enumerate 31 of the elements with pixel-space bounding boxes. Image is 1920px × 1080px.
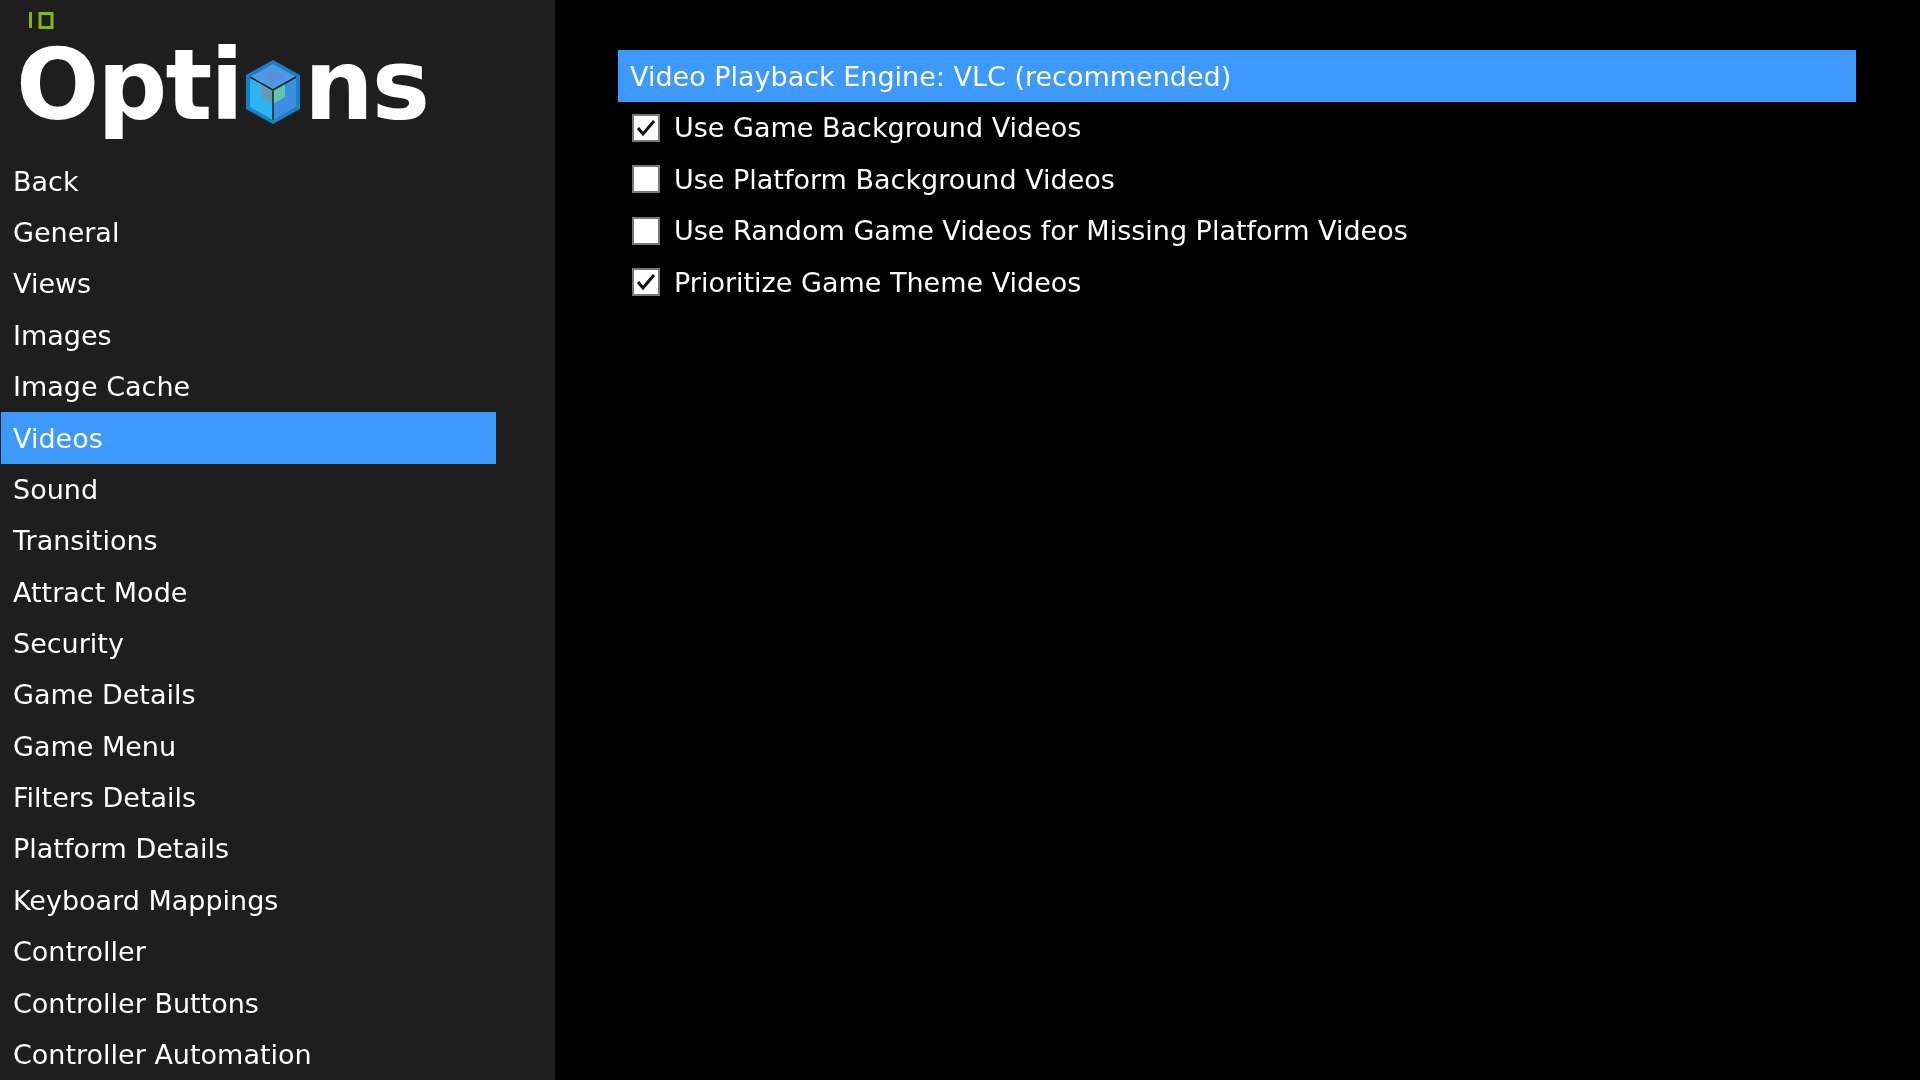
checkbox-label: Use Random Game Videos for Missing Platform Videos: [674, 215, 1408, 247]
page-title: ns: [303, 26, 428, 144]
checkbox-label: Use Game Background Videos: [674, 112, 1082, 144]
sidebar-item[interactable]: Transitions: [1, 515, 496, 567]
sidebar-item[interactable]: Images: [1, 309, 496, 362]
checkbox-label: Use Platform Background Videos: [674, 163, 1115, 195]
sidebar-item[interactable]: Controller Buttons: [1, 977, 496, 1029]
page-title: Opti: [16, 26, 242, 144]
sidebar-item[interactable]: Security: [1, 617, 496, 670]
sidebar-item[interactable]: Attract Mode: [1, 566, 496, 618]
sidebar-item[interactable]: Game Details: [1, 669, 496, 721]
checkmark-icon: [636, 118, 656, 137]
sidebar-item[interactable]: General: [1, 206, 496, 259]
sidebar-item[interactable]: Image Cache: [1, 361, 496, 413]
sidebar-item[interactable]: Sound: [1, 463, 496, 516]
checkbox[interactable]: [632, 216, 660, 245]
sidebar-item[interactable]: Controller Automation: [1, 1028, 496, 1080]
checkbox[interactable]: [632, 113, 660, 142]
sidebar-item[interactable]: Controller: [1, 926, 496, 978]
sidebar-item[interactable]: Back: [1, 155, 496, 207]
cube-icon: [243, 57, 302, 126]
sidebar-item[interactable]: Filters Details: [1, 771, 496, 824]
sidebar-item[interactable]: Platform Details: [1, 823, 496, 875]
sidebar-item[interactable]: Views: [1, 258, 496, 310]
sidebar-item[interactable]: Game Menu: [1, 720, 496, 772]
checkbox-label: Prioritize Game Theme Videos: [674, 266, 1082, 298]
checkbox[interactable]: [632, 268, 660, 297]
checkmark-icon: [636, 273, 656, 292]
sidebar-item[interactable]: Keyboard Mappings: [1, 874, 496, 926]
marker-icon: [28, 10, 56, 30]
checkbox[interactable]: [632, 165, 660, 194]
